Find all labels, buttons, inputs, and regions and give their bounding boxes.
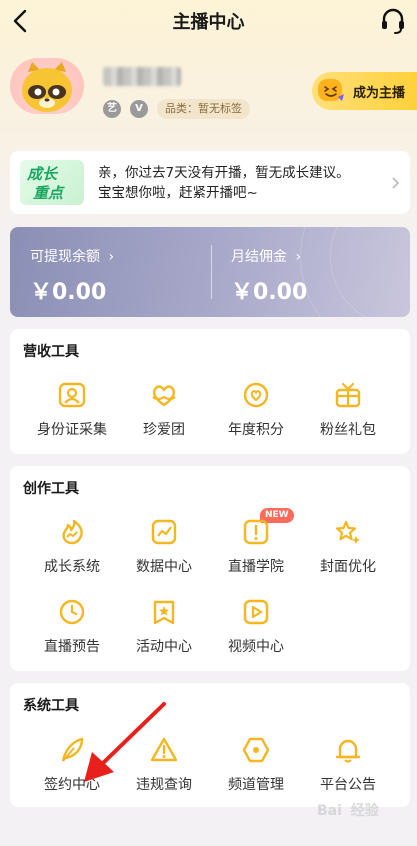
play-square-icon [243, 599, 269, 625]
monthly-commission-value: ￥0.00 [231, 280, 308, 305]
gift-box-icon [335, 382, 361, 408]
chevron-right-icon [392, 177, 400, 189]
tool-label: 频道管理 [228, 777, 284, 793]
tool-label: 活动中心 [136, 639, 192, 655]
tool-platform-notice[interactable]: 平台公告 [300, 736, 396, 808]
monthly-commission-label: 月结佣金 [231, 249, 287, 265]
flame-chart-icon [62, 519, 83, 545]
tool-live-preview[interactable]: 直播预告 [24, 598, 120, 670]
star-bookmark-icon [153, 600, 175, 625]
system-tools-card: 系统工具 签约中心 违规查询 频道管理 平台公告 [10, 683, 410, 807]
tool-label: 违规查询 [136, 777, 192, 793]
growth-focus-tag: 成长 重点 [20, 160, 84, 205]
feather-pen-icon [61, 737, 84, 762]
raccoon-avatar-icon [22, 62, 72, 112]
tool-contract-center[interactable]: 签约中心 [24, 736, 120, 808]
tool-label: 身份证采集 [37, 422, 107, 438]
growth-message: 亲，你过去7天没有开播，暂无成长建议。 宝宝想你啦，赶紧开播吧~ [98, 163, 350, 203]
tool-label: 成长系统 [44, 559, 100, 575]
become-anchor-button[interactable]: 成为主播 [312, 72, 417, 110]
withdrawable-link[interactable]: 可提现余额 › [30, 246, 114, 266]
page-title: 主播中心 [172, 12, 245, 33]
watermark: Bai 经验 [317, 800, 395, 838]
watermark-line1: Bai [317, 803, 342, 819]
category-tag: 品类：暂无标签 [157, 99, 250, 119]
tool-annual-points[interactable]: 年度积分 [208, 381, 304, 453]
withdrawable-label: 可提现余额 [30, 249, 100, 265]
growth-tip-card[interactable]: 成长 重点 亲，你过去7天没有开播，暂无成长建议。 宝宝想你啦，赶紧开播吧~ [10, 151, 410, 214]
level-badge: 艺 [103, 100, 121, 118]
section-title: 系统工具 [23, 698, 79, 714]
creation-tools-card: 创作工具 成长系统 数据中心 NEW 直播学院 封面优化 直播预告 活动中心 视… [10, 466, 410, 671]
warning-triangle-icon [150, 737, 178, 762]
tool-cherish-group[interactable]: 珍爱团 [116, 381, 212, 453]
bell-icon [335, 739, 361, 763]
tool-label: 直播预告 [44, 639, 100, 655]
heart-hands-icon [152, 385, 176, 407]
tool-label: 珍爱团 [143, 422, 185, 438]
chevron-right-icon: › [295, 249, 302, 265]
tool-label: 直播学院 [228, 559, 284, 575]
tool-label: 年度积分 [228, 422, 284, 438]
avatar[interactable] [10, 58, 84, 114]
chevron-right-icon: › [108, 249, 115, 265]
tool-data-center[interactable]: 数据中心 [116, 518, 212, 590]
line-chart-icon [151, 519, 177, 545]
sparkle-star-icon [335, 520, 360, 544]
tool-violation-query[interactable]: 违规查询 [116, 736, 212, 808]
revenue-tools-card: 营收工具 身份证采集 珍爱团 年度积分 粉丝礼包 [10, 329, 410, 454]
username-blurred [103, 67, 181, 86]
badge-heart-icon [243, 382, 269, 408]
become-anchor-label: 成为主播 [353, 86, 406, 101]
tool-activity-center[interactable]: 活动中心 [116, 598, 212, 670]
tool-label: 视频中心 [228, 639, 284, 655]
smile-emoji-icon [318, 79, 344, 101]
tool-video-center[interactable]: 视频中心 [208, 598, 304, 670]
tool-id-collection[interactable]: 身份证采集 [24, 381, 120, 453]
tool-label: 签约中心 [44, 777, 100, 793]
tool-cover-optimize[interactable]: 封面优化 [300, 518, 396, 590]
tool-fan-gift[interactable]: 粉丝礼包 [300, 381, 396, 453]
watermark-line2: 经验 [350, 803, 379, 819]
tool-label: 封面优化 [320, 559, 376, 575]
alert-square-icon [243, 519, 269, 545]
id-card-icon [58, 382, 86, 408]
hexagon-icon [242, 737, 270, 763]
section-title: 创作工具 [23, 481, 79, 497]
headset-icon[interactable] [379, 7, 407, 35]
tool-growth-system[interactable]: 成长系统 [24, 518, 120, 590]
growth-message-line1: 亲，你过去7天没有开播，暂无成长建议。 [98, 165, 350, 181]
top-bar: 主播中心 [0, 0, 417, 42]
tool-label: 平台公告 [320, 777, 376, 793]
tool-label: 粉丝礼包 [320, 422, 376, 438]
tool-label: 数据中心 [136, 559, 192, 575]
withdrawable-value: ￥0.00 [30, 280, 107, 305]
growth-tag-line1: 成长 [27, 165, 58, 183]
tool-live-academy[interactable]: NEW 直播学院 [208, 508, 304, 590]
divider [211, 245, 212, 299]
clock-icon [59, 599, 85, 625]
growth-tag-line2: 重点 [33, 184, 64, 202]
balance-card: 可提现余额 › ￥0.00 月结佣金 › ￥0.00 [10, 227, 410, 317]
tool-channel-manage[interactable]: 频道管理 [208, 736, 304, 808]
growth-message-line2: 宝宝想你啦，赶紧开播吧~ [98, 185, 258, 201]
section-title: 营收工具 [23, 344, 79, 360]
monthly-commission-link[interactable]: 月结佣金 › [231, 246, 301, 266]
verified-badge: V [130, 100, 148, 118]
